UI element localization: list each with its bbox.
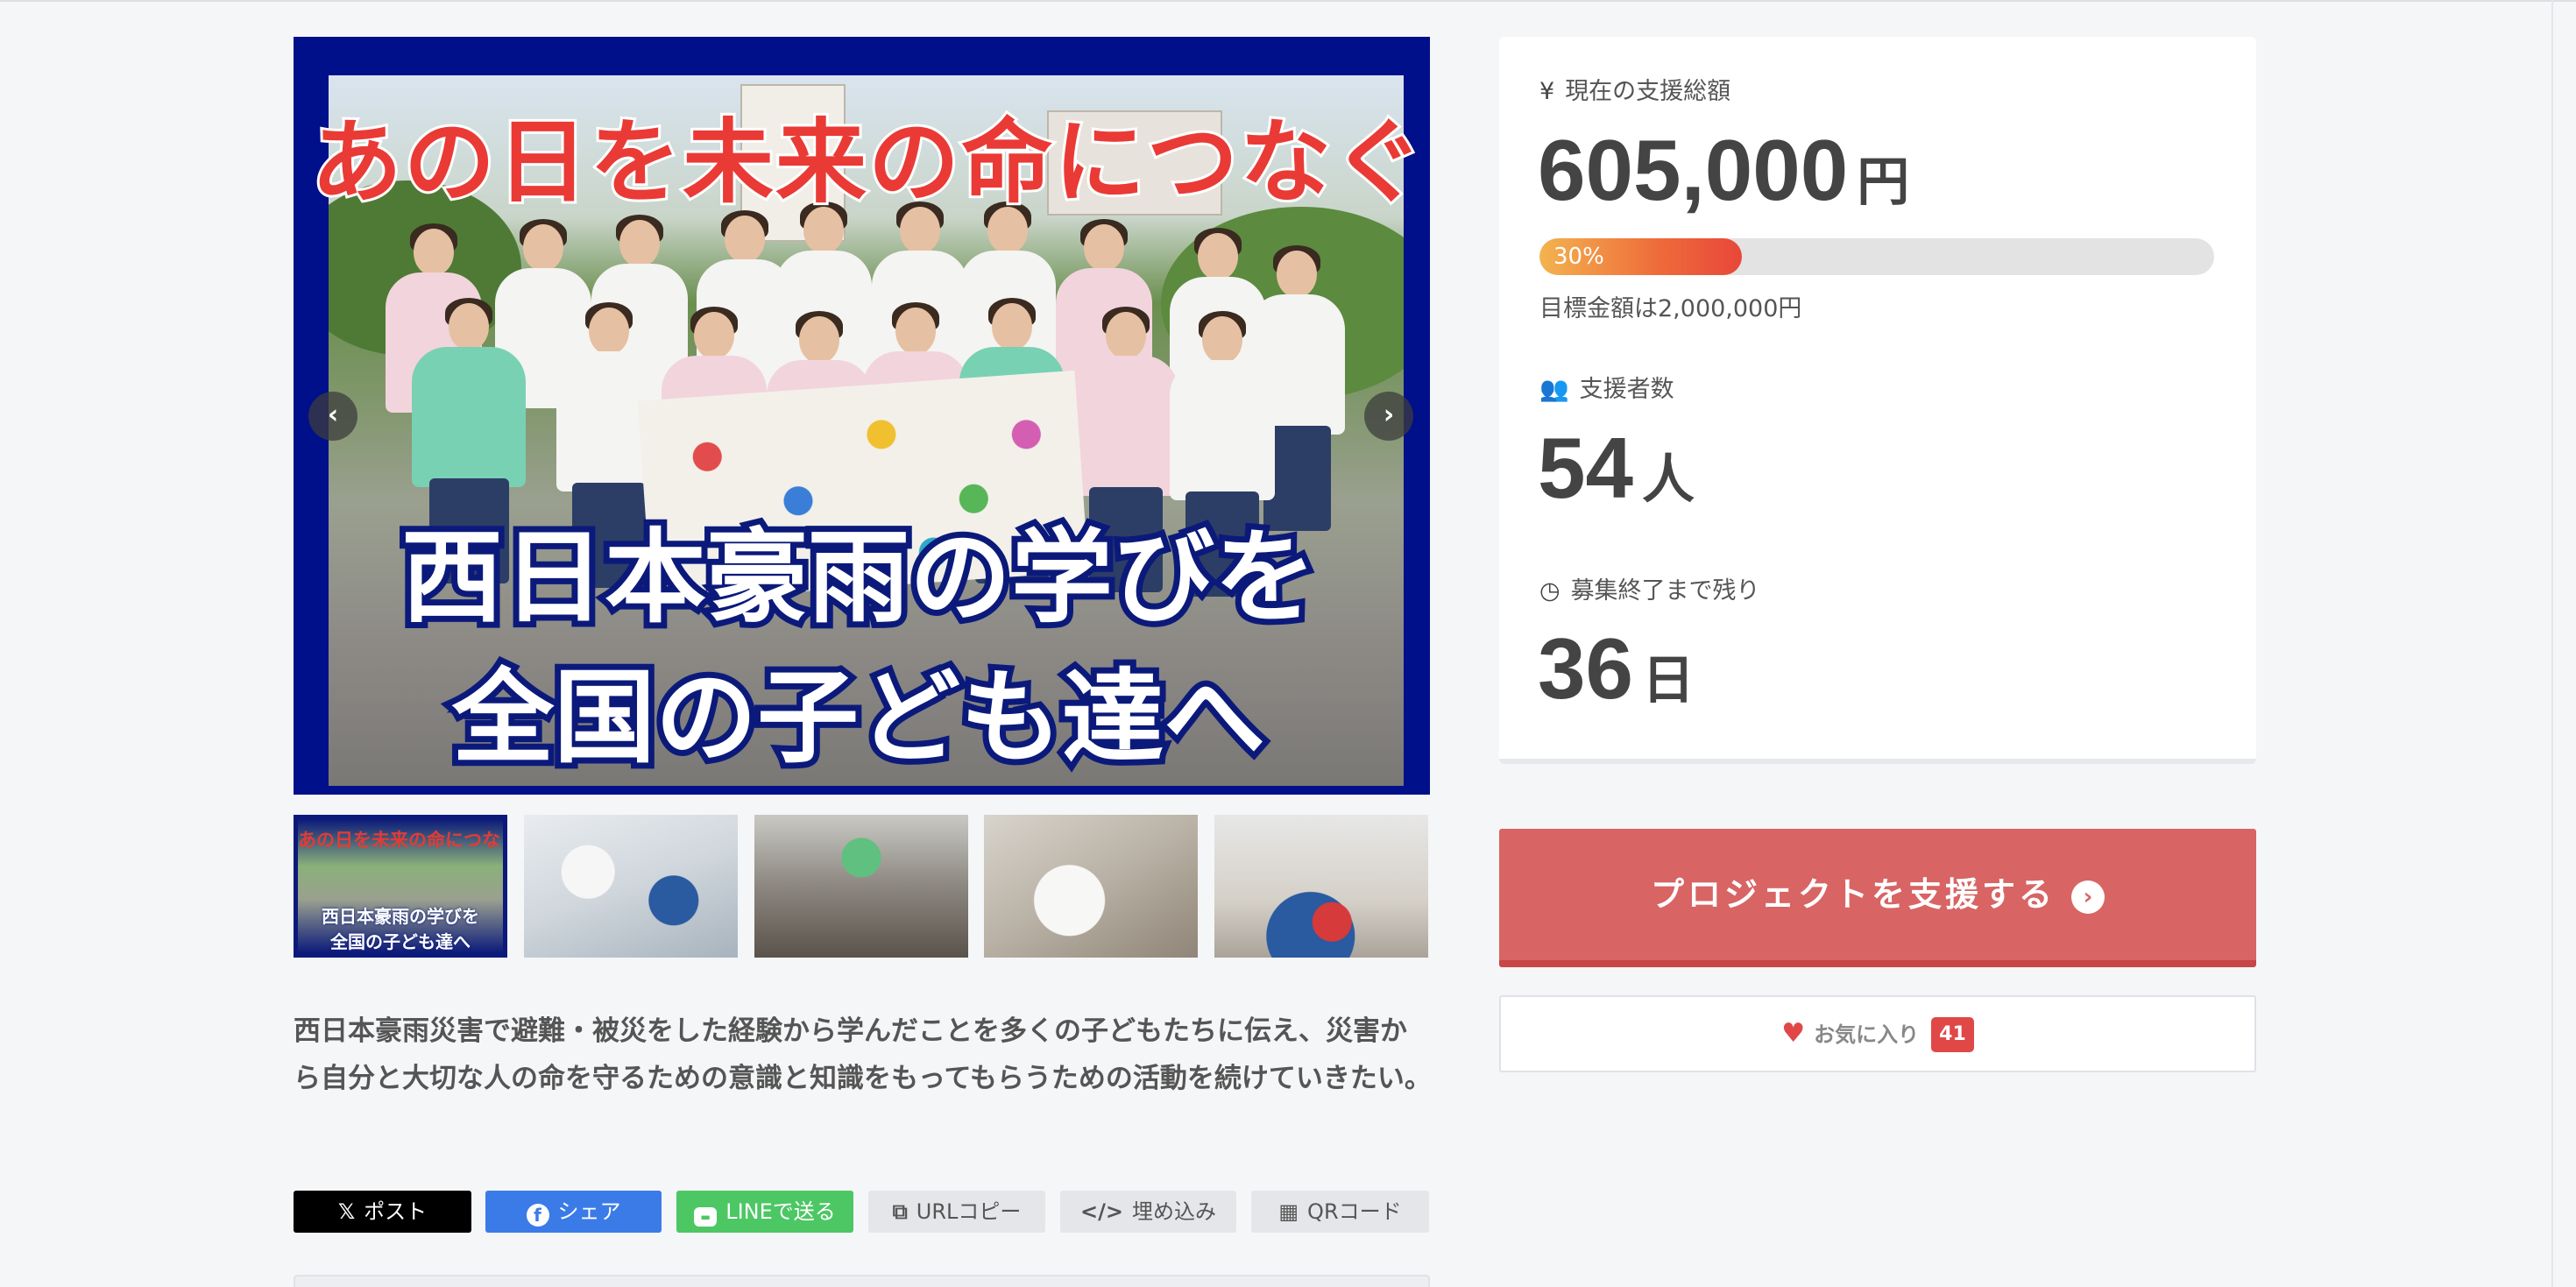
carousel-next-button[interactable]: › xyxy=(1364,392,1413,441)
chevron-left-icon: ‹ xyxy=(327,400,339,430)
line-icon: ▬ xyxy=(694,1207,718,1227)
thumbnail-headline-top: あの日を未来の命につなぐ xyxy=(298,830,507,851)
next-section-card xyxy=(294,1275,1430,1287)
project-summary: 西日本豪雨災害で避難・被災をした経験から学んだことを多くの子どもたちに伝え、災害… xyxy=(294,1015,1432,1094)
heart-icon: ♥ xyxy=(1781,1018,1806,1049)
embed-button[interactable]: </> 埋め込み xyxy=(1060,1191,1236,1233)
thumbnail-1[interactable]: あの日を未来の命につなぐ 西日本豪雨の学びを 全国の子ども達へ xyxy=(294,815,507,958)
chevron-right-circle-icon: › xyxy=(2071,880,2105,914)
thumbnail-headline-line2: 全国の子ども達へ xyxy=(330,931,471,952)
remaining-label: ◷ 募集終了まで残り xyxy=(1539,577,1760,605)
thumbnail-4[interactable] xyxy=(984,815,1198,958)
copy-url-button[interactable]: ⧉ URLコピー xyxy=(868,1191,1045,1233)
target-amount: 目標金額は2,000,000円 xyxy=(1539,295,1802,322)
support-project-button[interactable]: プロジェクトを支援する › xyxy=(1499,829,2256,967)
hero-headline-line1: 西日本豪雨の学びを xyxy=(395,513,1322,643)
funding-stats-card: ¥ 現在の支援総額 605,000 円 30% 目標金額は2,000,000円 👥 支… xyxy=(1499,37,2256,764)
thumbnail-5[interactable] xyxy=(1214,815,1428,958)
carousel-prev-button[interactable]: ‹ xyxy=(308,392,357,441)
facebook-icon: f xyxy=(526,1204,549,1227)
scrollbar-track[interactable] xyxy=(2551,0,2553,1287)
funding-progress-bar: 30% xyxy=(1539,238,2214,275)
hero-headline-line2: 全国の子ども達へ xyxy=(446,653,1271,783)
share-x-button[interactable]: 𝕏 ポスト xyxy=(294,1191,471,1233)
progress-percent: 30% xyxy=(1553,244,1604,270)
code-icon: </> xyxy=(1080,1199,1123,1224)
remaining-days: 36 日 xyxy=(1538,620,1695,717)
total-amount-label: ¥ 現在の支援総額 xyxy=(1539,78,1731,105)
x-logo-icon: 𝕏 xyxy=(337,1199,356,1224)
supporters-label: 👥 支援者数 xyxy=(1539,376,1674,403)
users-icon: 👥 xyxy=(1539,376,1569,403)
yen-icon: ¥ xyxy=(1539,78,1555,105)
page-top-border xyxy=(0,0,2576,2)
supporters-count: 54 人 xyxy=(1538,420,1695,516)
favorite-count-badge: 41 xyxy=(1931,1017,1974,1052)
thumbnail-2[interactable] xyxy=(524,815,738,958)
total-amount: 605,000 円 xyxy=(1538,122,1910,218)
share-facebook-button[interactable]: f シェア xyxy=(485,1191,662,1233)
hero-headline-top: あの日を未来の命につなぐ xyxy=(308,106,1426,218)
thumbnail-headline-line1: 西日本豪雨の学びを xyxy=(322,906,479,927)
favorite-button[interactable]: ♥ お気に入り 41 xyxy=(1499,995,2256,1072)
qr-code-icon: ▦ xyxy=(1278,1199,1299,1224)
copy-icon: ⧉ xyxy=(892,1199,908,1224)
share-line-button[interactable]: ▬ LINEで送る xyxy=(676,1191,853,1233)
chevron-right-icon: › xyxy=(1383,400,1395,430)
thumbnail-3[interactable] xyxy=(754,815,968,958)
clock-icon: ◷ xyxy=(1539,577,1560,605)
qr-code-button[interactable]: ▦ QRコード xyxy=(1251,1191,1429,1233)
